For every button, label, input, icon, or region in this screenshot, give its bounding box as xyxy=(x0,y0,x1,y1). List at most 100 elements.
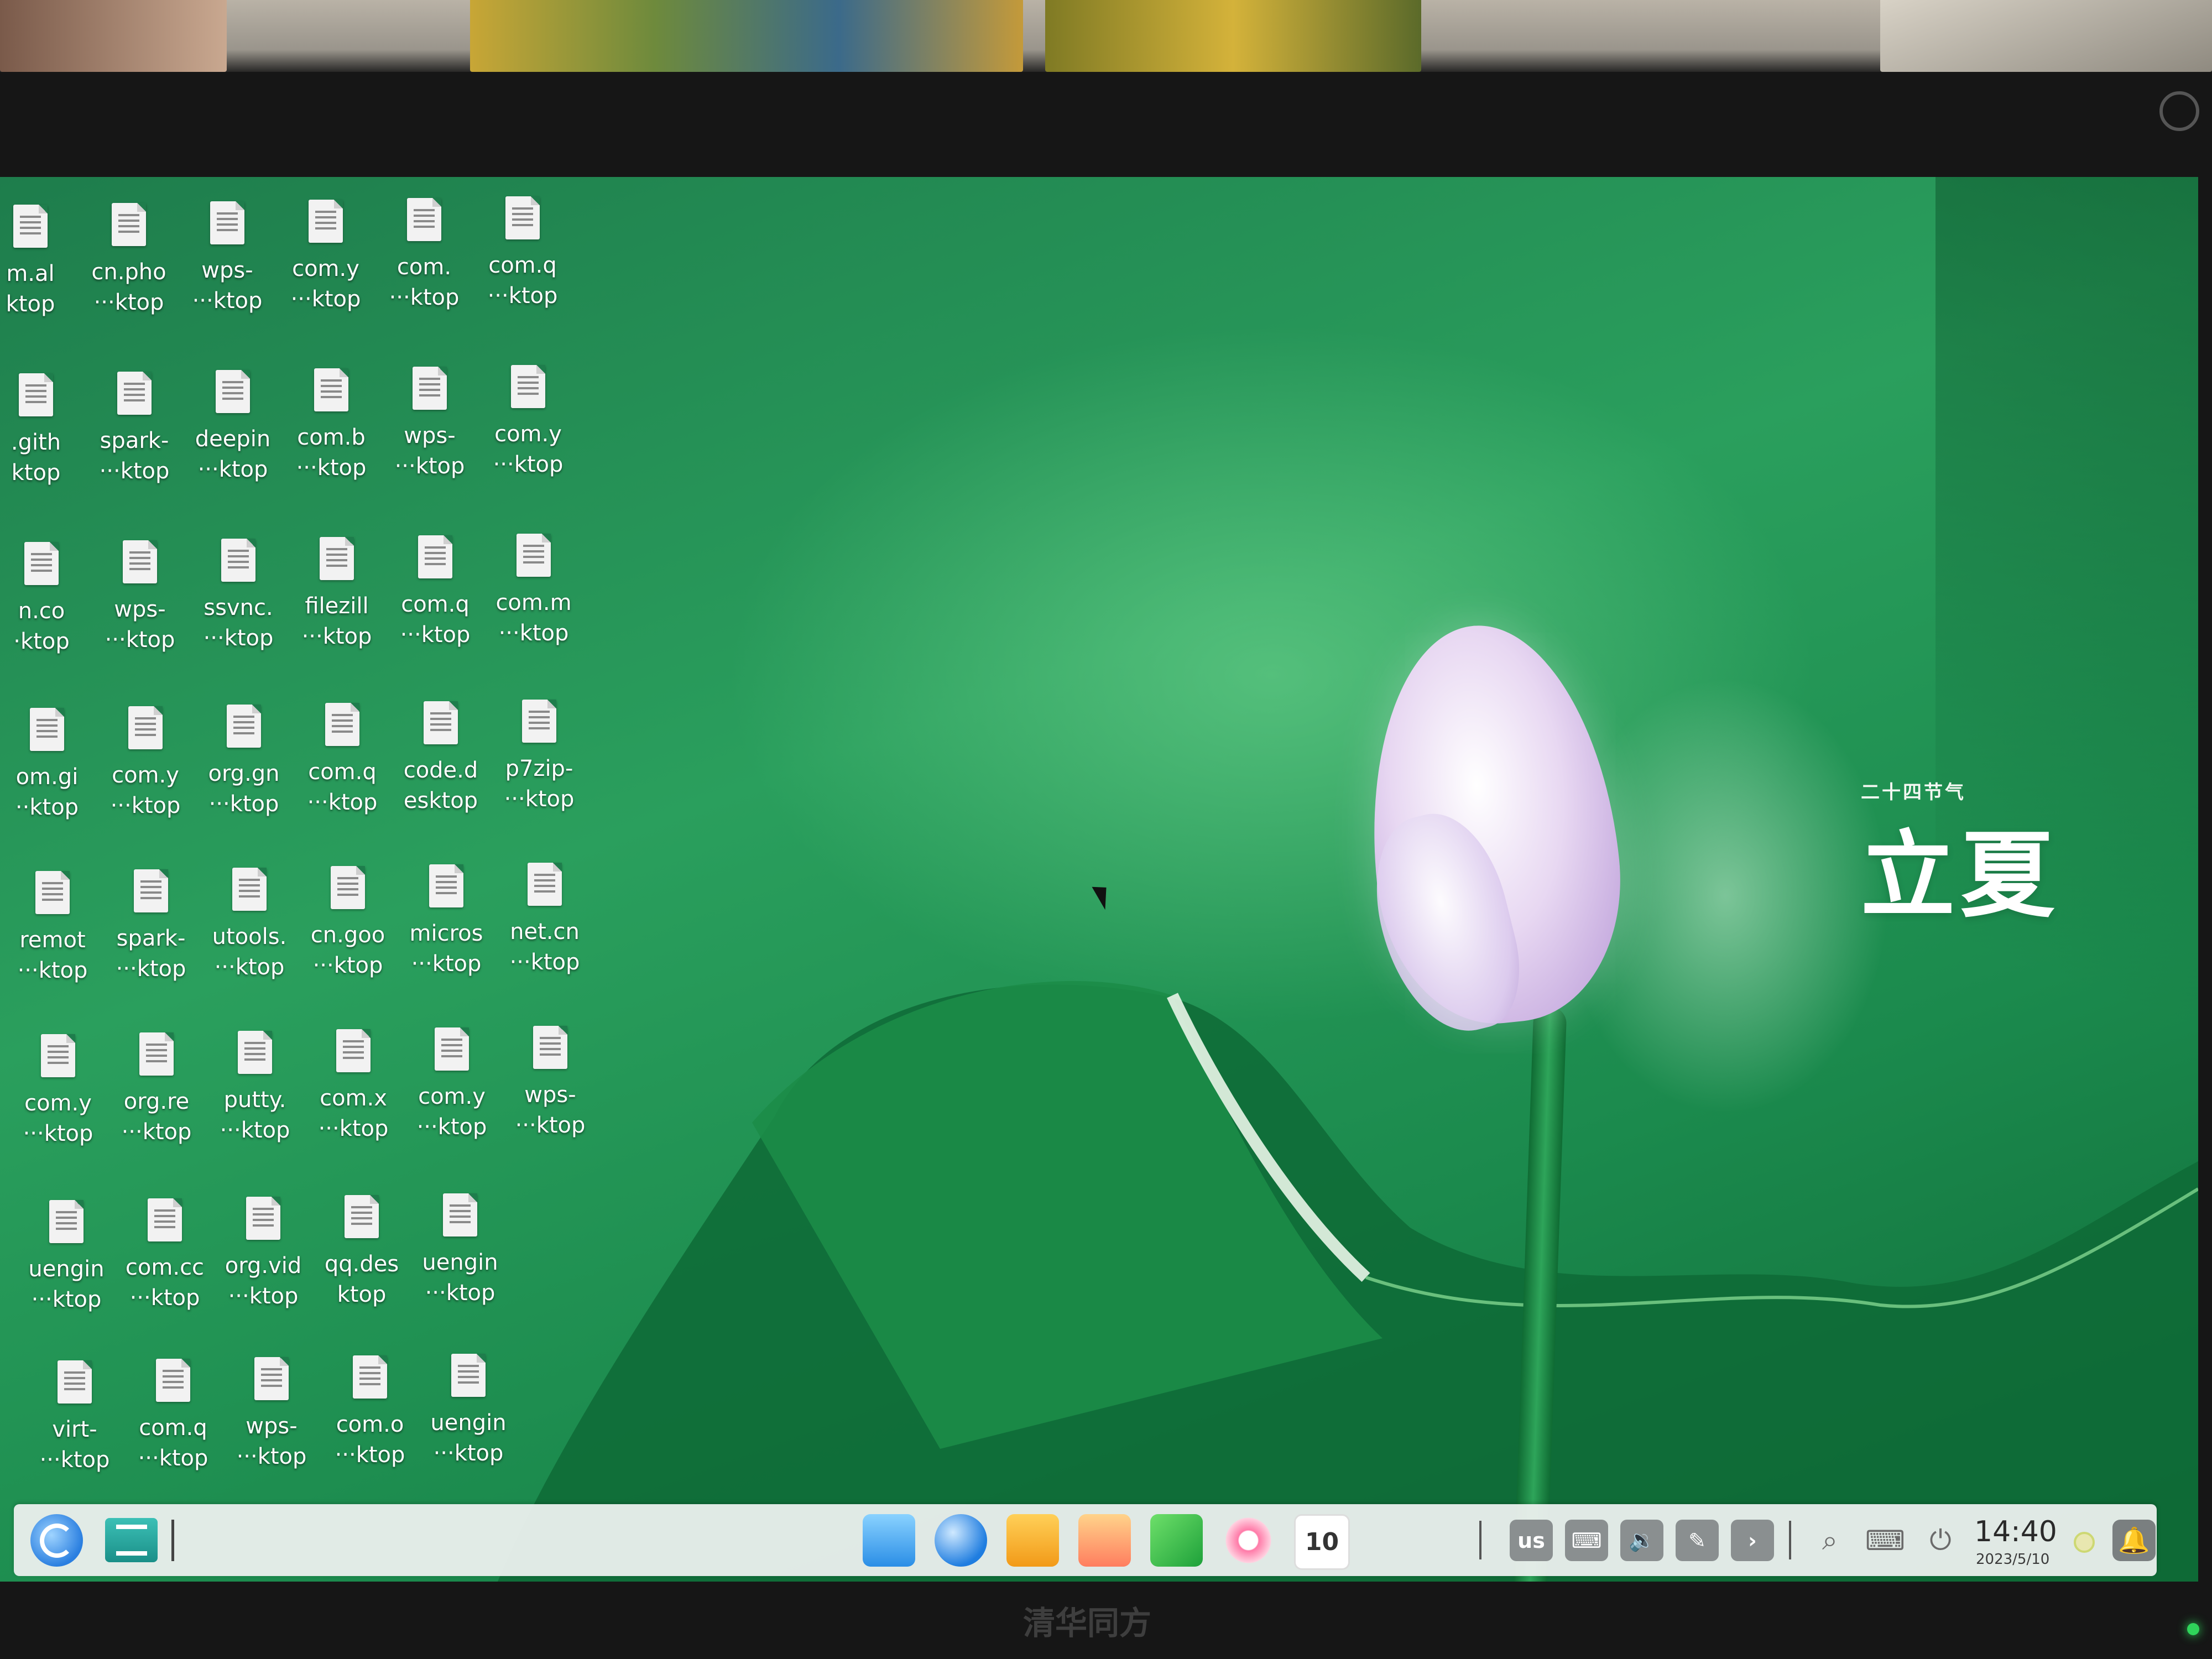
file-manager-icon[interactable] xyxy=(863,1514,915,1567)
desktop-file-icon[interactable]: micros ···ktop xyxy=(399,864,493,1003)
desktop-file-label: ···ktop xyxy=(411,951,482,977)
keyboard-icon[interactable]: ⌨ xyxy=(1565,1520,1608,1561)
desktop-file-label: ···ktop xyxy=(504,786,575,812)
multitask-view-button[interactable] xyxy=(105,1518,158,1562)
desktop-file-icon-glyph xyxy=(353,1355,387,1399)
power-led-icon xyxy=(2187,1623,2199,1635)
desktop-file-icon[interactable]: com.cc ···ktop xyxy=(118,1198,212,1337)
desktop-file-icon-glyph xyxy=(528,863,562,906)
desktop-file-label: com.q xyxy=(308,759,377,785)
desktop-file-icon[interactable]: qq.des ktop xyxy=(315,1195,409,1333)
desktop-file-icon[interactable]: wps- ···ktop xyxy=(93,540,187,679)
desktop-file-icon-glyph xyxy=(443,1193,477,1237)
desktop-file-icon[interactable]: wps- ···ktop xyxy=(503,1026,597,1164)
desktop-file-icon[interactable]: putty. ···ktop xyxy=(208,1031,302,1169)
desktop-file-icon[interactable]: com.m ···ktop xyxy=(487,534,581,672)
desktop-file-icon[interactable]: wps- ···ktop xyxy=(383,367,477,505)
pen-icon[interactable]: ✎ xyxy=(1676,1520,1719,1561)
desktop-file-label: com.m xyxy=(495,590,572,615)
desktop-file-label: ···ktop xyxy=(17,958,88,983)
search-icon[interactable]: ⌕ xyxy=(1808,1520,1851,1561)
desktop-file-icon[interactable]: wps- ···ktop xyxy=(180,201,274,340)
desktop-file-icon[interactable]: deepin ···ktop xyxy=(186,370,280,508)
desktop-file-icon[interactable]: com.q ···ktop xyxy=(295,703,389,841)
desktop-file-icon[interactable]: com.y ···ktop xyxy=(481,365,575,503)
music-icon[interactable] xyxy=(1150,1514,1203,1567)
onscreen-keyboard-icon[interactable]: ⌨ xyxy=(1864,1520,1907,1561)
desktop-file-label: virt- xyxy=(52,1417,97,1442)
desktop-file-icon[interactable]: net.cn ···ktop xyxy=(498,863,592,1001)
desktop-file-icon[interactable]: com. ···ktop xyxy=(377,198,471,336)
desktop-file-icon[interactable]: com.q ···ktop xyxy=(126,1359,220,1497)
desktop-file-icon[interactable]: com.q ···ktop xyxy=(388,535,482,674)
calendar-day: 10 xyxy=(1305,1528,1339,1556)
desktop-file-icon[interactable]: om.gi ··ktop xyxy=(0,708,94,846)
tray-divider xyxy=(1789,1521,1791,1559)
desktop-file-icon[interactable]: remot ···ktop xyxy=(6,871,100,1009)
desktop-file-label: ···ktop xyxy=(23,1121,93,1146)
desktop-file-icon[interactable]: com.y ···ktop xyxy=(279,200,373,338)
keyboard-layout-button[interactable]: us xyxy=(1510,1520,1553,1561)
launcher-button[interactable] xyxy=(30,1514,83,1567)
desktop-file-icon[interactable]: spark- ···ktop xyxy=(87,372,181,510)
desktop-file-icon[interactable]: org.gn ···ktop xyxy=(197,705,291,843)
desktop-file-icon[interactable]: com.y ···ktop xyxy=(11,1034,105,1172)
desktop-file-icon[interactable]: p7zip- ···ktop xyxy=(492,700,586,838)
desktop-file-icon[interactable]: .gith ktop xyxy=(0,373,83,512)
desktop-file-icon[interactable]: ssvnc. ···ktop xyxy=(191,539,285,677)
desktop-file-icon[interactable]: com.o ···ktop xyxy=(323,1355,417,1494)
desktop-file-label: ···ktop xyxy=(116,956,186,982)
desktop-file-icon[interactable]: filezill ···ktop xyxy=(290,537,384,675)
desktop-file-icon[interactable]: com.y ···ktop xyxy=(405,1027,499,1166)
desktop-file-label: ···ktop xyxy=(301,624,372,649)
desktop-file-label: ktop xyxy=(11,460,61,486)
desktop-file-icon-glyph xyxy=(227,705,261,748)
desktop-file-label: uengin xyxy=(430,1410,507,1436)
desktop-file-label: ···ktop xyxy=(335,1442,405,1468)
desktop-file-icon[interactable]: m.al ktop xyxy=(0,205,77,343)
tray-divider xyxy=(1479,1521,1481,1559)
desktop-file-icon[interactable]: com.y ···ktop xyxy=(98,706,192,844)
desktop-file-icon[interactable]: org.vid ···ktop xyxy=(216,1197,310,1335)
desktop-file-icon[interactable]: wps- ···ktop xyxy=(225,1357,319,1495)
desktop-file-label: micros xyxy=(409,921,483,946)
desktop-file-icon[interactable]: n.co ·ktop xyxy=(0,542,88,680)
clock-time[interactable]: 14:40 xyxy=(1974,1515,2057,1548)
desktop-file-icon-glyph xyxy=(435,1027,469,1071)
desktop-file-icon[interactable]: com.q ···ktop xyxy=(476,196,570,335)
desktop-file-icon[interactable]: com.x ···ktop xyxy=(306,1029,400,1167)
desktop-file-icon[interactable]: uengin ···ktop xyxy=(19,1200,113,1338)
image-viewer-icon[interactable] xyxy=(1078,1514,1131,1567)
bell-icon[interactable]: 🔔 xyxy=(2112,1520,2156,1561)
power-icon[interactable]: ⏻ xyxy=(1919,1520,1962,1561)
desktop-file-icon-glyph xyxy=(407,198,441,241)
desktop-file-icon[interactable]: org.re ···ktop xyxy=(109,1032,204,1171)
desktop-file-label: wps- xyxy=(114,597,166,622)
desktop-file-icon-glyph xyxy=(424,701,458,744)
desktop-file-icon[interactable]: cn.goo ···ktop xyxy=(301,866,395,1004)
desktop-file-icon-glyph xyxy=(325,703,359,746)
desktop-file-icon-glyph xyxy=(210,201,244,244)
chevron-right-icon[interactable]: › xyxy=(1731,1520,1774,1561)
clock-date[interactable]: 2023/5/10 xyxy=(1976,1551,2049,1568)
camera-icon[interactable] xyxy=(1222,1514,1275,1567)
desktop-file-label: ···ktop xyxy=(39,1447,110,1473)
desktop-file-icon[interactable]: com.b ···ktop xyxy=(284,368,378,507)
desktop-file-icon[interactable]: uengin ···ktop xyxy=(413,1193,507,1332)
calendar-icon[interactable]: 10 xyxy=(1294,1514,1350,1570)
desktop-file-icon[interactable]: virt- ···ktop xyxy=(28,1360,122,1499)
desktop-file-label: ···ktop xyxy=(121,1119,192,1145)
desktop-file-icon[interactable]: cn.pho ···ktop xyxy=(82,203,176,341)
desktop-file-label: wps- xyxy=(404,423,456,448)
desktop-file-icon[interactable]: uengin ···ktop xyxy=(421,1354,515,1492)
app-store-icon[interactable] xyxy=(1006,1514,1059,1567)
desktop-file-label: remot xyxy=(19,927,86,953)
status-dot-icon[interactable] xyxy=(2074,1532,2095,1553)
desktop-file-icon[interactable]: utools. ···ktop xyxy=(202,868,296,1006)
monitor-emblem-icon xyxy=(2159,91,2199,131)
browser-icon[interactable] xyxy=(935,1514,987,1567)
desktop-file-icon[interactable]: spark- ···ktop xyxy=(104,869,198,1008)
volume-icon[interactable]: 🔉 xyxy=(1620,1520,1663,1561)
desktop-file-icon-glyph xyxy=(413,367,447,410)
desktop-file-icon[interactable]: code.d esktop xyxy=(394,701,488,839)
